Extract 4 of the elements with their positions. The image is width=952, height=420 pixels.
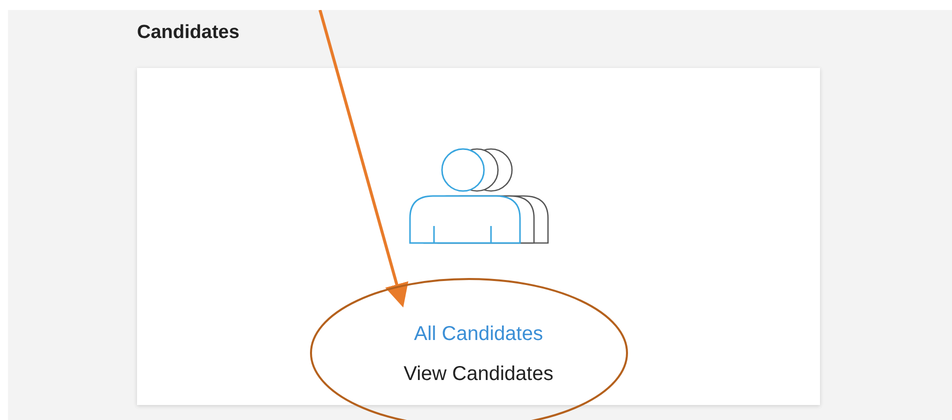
- all-candidates-link[interactable]: All Candidates: [414, 322, 543, 346]
- section-title: Candidates: [137, 22, 240, 44]
- card-description: View Candidates: [404, 362, 554, 386]
- people-icon: [408, 148, 550, 246]
